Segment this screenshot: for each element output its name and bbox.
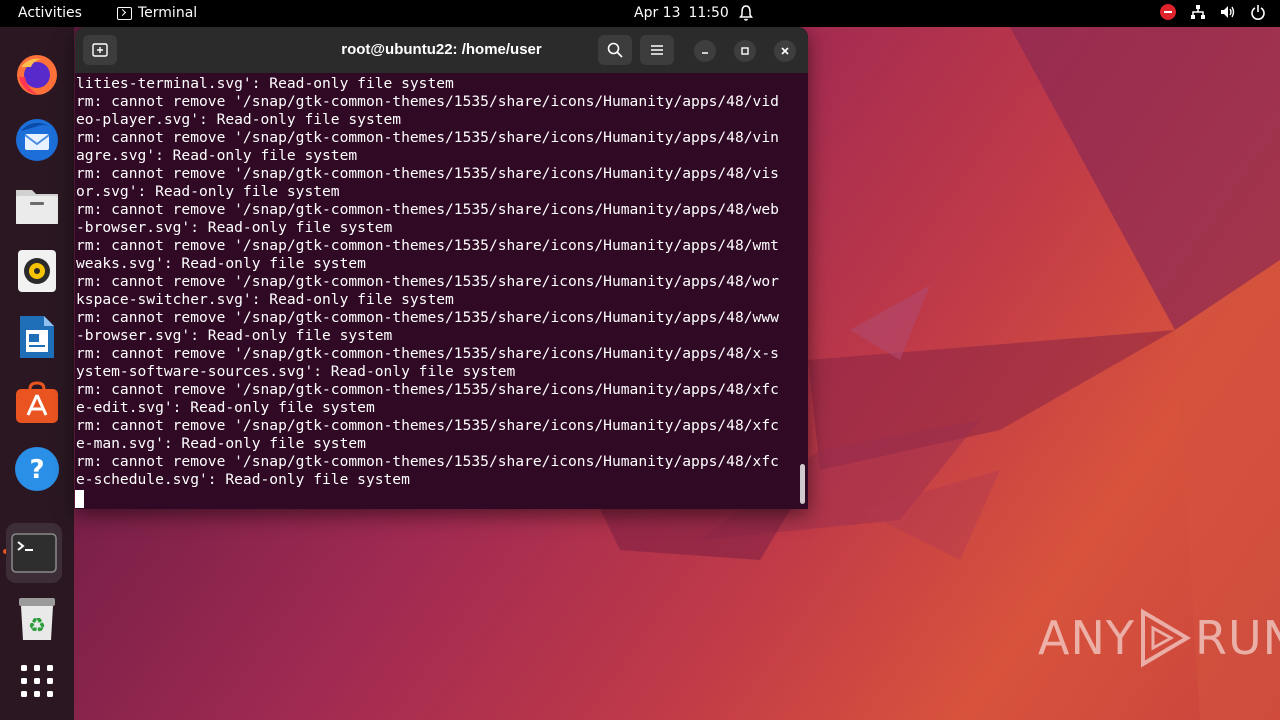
terminal-line: lities-terminal.svg': Read-only file sys… [76, 75, 454, 92]
terminal-line: agre.svg': Read-only file system [76, 147, 358, 164]
terminal-line: or.svg': Read-only file system [76, 183, 340, 200]
terminal-line: -browser.svg': Read-only file system [76, 327, 393, 344]
terminal-window[interactable]: root@ubuntu22: /home/user lities-termina… [75, 27, 808, 509]
rhythmbox-icon [18, 250, 56, 292]
terminal-line: rm: cannot remove '/snap/gtk-common-them… [76, 309, 779, 326]
terminal-line: weaks.svg': Read-only file system [76, 255, 366, 272]
grid-icon [21, 665, 53, 697]
dock-trash[interactable]: ♻ [9, 591, 65, 647]
search-icon [607, 42, 623, 58]
files-icon [16, 190, 58, 224]
svg-text:♻: ♻ [28, 613, 46, 637]
thunderbird-icon [16, 119, 58, 161]
menu-button[interactable] [640, 35, 674, 65]
network-icon [1191, 5, 1205, 19]
close-icon [781, 47, 789, 55]
firefox-icon [17, 55, 57, 95]
app-center-icon [16, 381, 58, 423]
dock: ? ♻ [0, 27, 74, 720]
search-button[interactable] [598, 35, 632, 65]
play-logo-icon [1140, 608, 1191, 668]
anyrun-watermark: ANY RUN [1038, 608, 1280, 668]
power-icon [1251, 5, 1265, 20]
terminal-line: -browser.svg': Read-only file system [76, 219, 393, 236]
terminal-icon [11, 533, 57, 573]
bell-icon[interactable] [739, 4, 753, 22]
dock-show-apps[interactable] [9, 653, 65, 709]
maximize-button[interactable] [734, 40, 756, 62]
terminal-line: e-man.svg': Read-only file system [76, 435, 366, 452]
clock[interactable]: Apr 13 11:50 [634, 5, 729, 21]
terminal-line: eo-player.svg': Read-only file system [76, 111, 402, 128]
dock-app-center[interactable] [9, 375, 65, 431]
close-button[interactable] [774, 40, 796, 62]
terminal-line: rm: cannot remove '/snap/gtk-common-them… [76, 381, 779, 398]
svg-text:?: ? [29, 455, 44, 485]
terminal-line: kspace-switcher.svg': Read-only file sys… [76, 291, 454, 308]
app-menu-label: Terminal [138, 5, 198, 21]
dock-firefox[interactable] [9, 47, 65, 103]
terminal-icon [117, 6, 132, 20]
terminal-line: e-edit.svg': Read-only file system [76, 399, 375, 416]
terminal-line: rm: cannot remove '/snap/gtk-common-them… [76, 273, 779, 290]
maximize-icon [741, 47, 749, 55]
dock-terminal[interactable] [6, 523, 62, 583]
dock-help[interactable]: ? [9, 441, 65, 497]
dock-writer[interactable] [9, 309, 65, 365]
terminal-line: rm: cannot remove '/snap/gtk-common-them… [76, 201, 779, 218]
system-tray[interactable] [1160, 4, 1266, 20]
watermark-run: RUN [1194, 611, 1280, 665]
terminal-header[interactable]: root@ubuntu22: /home/user [75, 27, 808, 73]
stop-icon [1160, 4, 1176, 20]
clock-time: 11:50 [688, 5, 729, 21]
volume-icon [1221, 6, 1235, 18]
dock-files[interactable] [9, 177, 65, 233]
terminal-line: e-schedule.svg': Read-only file system [76, 471, 410, 488]
terminal-line: rm: cannot remove '/snap/gtk-common-them… [76, 345, 779, 362]
help-icon: ? [15, 447, 59, 491]
terminal-line: ystem-software-sources.svg': Read-only f… [76, 363, 516, 380]
dock-thunderbird[interactable] [9, 111, 65, 167]
terminal-cursor [75, 490, 84, 508]
terminal-line: rm: cannot remove '/snap/gtk-common-them… [76, 165, 779, 182]
minimize-button[interactable] [694, 40, 716, 62]
scrollbar[interactable] [800, 464, 805, 504]
terminal-line: rm: cannot remove '/snap/gtk-common-them… [76, 453, 779, 470]
terminal-line: rm: cannot remove '/snap/gtk-common-them… [76, 417, 779, 434]
clock-date: Apr 13 [634, 5, 681, 21]
terminal-line: rm: cannot remove '/snap/gtk-common-them… [76, 237, 779, 254]
watermark-any: ANY [1038, 611, 1135, 665]
hamburger-icon [651, 45, 663, 55]
app-menu[interactable]: Terminal [117, 5, 197, 21]
top-bar: Activities Terminal Apr 13 11:50 [0, 0, 1280, 27]
terminal-line: rm: cannot remove '/snap/gtk-common-them… [76, 129, 779, 146]
terminal-line: rm: cannot remove '/snap/gtk-common-them… [76, 93, 779, 110]
activities-button[interactable]: Activities [18, 5, 82, 21]
trash-icon: ♻ [19, 598, 55, 640]
minimize-icon [702, 52, 708, 54]
writer-icon [20, 316, 54, 358]
terminal-output[interactable]: lities-terminal.svg': Read-only file sys… [75, 75, 808, 509]
dock-rhythmbox[interactable] [9, 243, 65, 299]
